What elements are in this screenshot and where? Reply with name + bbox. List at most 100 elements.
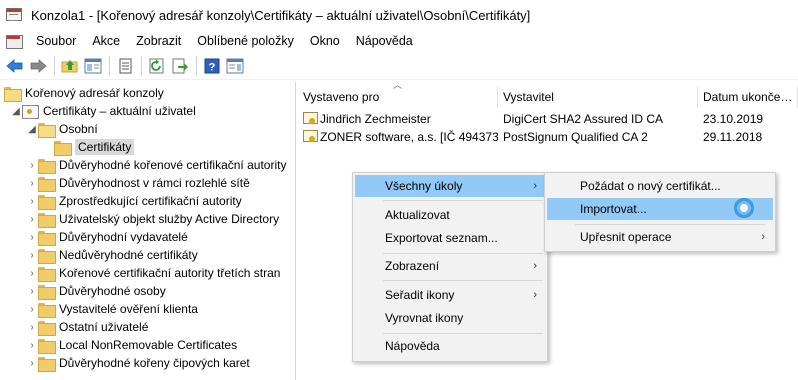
submenu-arrow-icon: › (533, 180, 537, 192)
tree-item-folder[interactable]: › Zprostředkující certifikační autority (26, 192, 242, 210)
cell-text: Jindřich Zechmeister (320, 112, 431, 126)
tree-label: Důvěryhodné kořeny čipových karet (59, 356, 250, 370)
show-hide-tree-button[interactable] (82, 55, 104, 77)
toolbar-separator (141, 55, 142, 76)
show-hide-action-pane-icon (226, 58, 244, 73)
menu-favorites[interactable]: Oblíbené položky (189, 30, 302, 52)
tree-item-personal-certificates[interactable]: Certifikáty (54, 138, 135, 156)
mmc-app-icon[interactable] (6, 7, 22, 23)
tree-label: Vystavitelé ověření klienta (59, 302, 198, 316)
tree-item-folder[interactable]: › Local NonRemovable Certificates (26, 336, 237, 354)
refresh-icon (149, 58, 164, 73)
cell-expiration: 23.10.2019 (703, 112, 764, 126)
menu-view[interactable]: Zobrazit (128, 30, 189, 52)
tree-item-personal[interactable]: ◢ Osobní (26, 120, 98, 138)
expand-icon[interactable]: › (26, 318, 38, 336)
menu-item-view[interactable]: Zobrazení › (355, 255, 545, 277)
forward-button[interactable] (27, 55, 49, 77)
table-row[interactable]: ZONER software, a.s. [IČ 494373… PostSig… (298, 128, 798, 146)
toolbar-separator (54, 55, 55, 76)
back-button[interactable] (4, 55, 26, 77)
show-hide-action-pane-button[interactable] (224, 55, 246, 77)
menu-separator (575, 224, 765, 225)
tree-label: Důvěryhodné osoby (59, 284, 166, 298)
folder-icon (38, 212, 56, 228)
tree-item-folder[interactable]: › Důvěryhodnost v rámci rozlehlé sítě (26, 174, 250, 192)
menu-item-label: Upřesnit operace (580, 230, 672, 244)
tree-label: Důvěryhodné kořenové certifikační autori… (59, 158, 287, 172)
folder-icon (38, 266, 56, 282)
menu-item-help[interactable]: Nápověda (355, 335, 545, 357)
tree-label: Certifikáty – aktuální uživatel (43, 104, 196, 118)
menu-item-advanced-operations[interactable]: Upřesnit operace › (547, 226, 773, 248)
up-one-level-button[interactable] (59, 55, 81, 77)
folder-icon (38, 356, 56, 372)
folder-open-icon (38, 122, 56, 138)
tree-label: Kořenový adresář konzoly (25, 86, 164, 100)
tree-item-folder[interactable]: › Kořenové certifikační autority třetích … (26, 264, 280, 282)
tree-item-folder[interactable]: › Důvěryhodné osoby (26, 282, 166, 300)
menu-item-export-list[interactable]: Exportovat seznam... (355, 227, 545, 249)
certificate-icon (303, 112, 318, 125)
folder-icon (38, 284, 56, 300)
tree-item-console-root[interactable]: Kořenový adresář konzoly (4, 84, 164, 102)
console-menu-icon[interactable] (6, 34, 23, 49)
export-list-button[interactable] (169, 55, 191, 77)
menu-file[interactable]: Soubor (28, 30, 84, 52)
expand-icon[interactable]: › (26, 210, 38, 228)
tree-item-folder[interactable]: › Důvěryhodné kořeny čipových karet (26, 354, 250, 372)
menu-item-request-new-certificate[interactable]: Požádat o nový certifikát... (547, 175, 773, 197)
tree-item-folder[interactable]: › Nedůvěryhodné certifikáty (26, 246, 198, 264)
expand-icon[interactable]: › (26, 246, 38, 264)
tree-item-folder[interactable]: › Důvěryhodní vydavatelé (26, 228, 188, 246)
tree-label: Kořenové certifikační autority třetích s… (59, 266, 281, 280)
cell-issued-to: Jindřich Zechmeister (298, 110, 498, 128)
back-arrow-icon (6, 58, 23, 73)
up-folder-icon (61, 59, 78, 72)
menu-item-all-tasks[interactable]: Všechny úkoly › (355, 175, 545, 197)
cell-text: ZONER software, a.s. [IČ 494373… (320, 130, 498, 144)
list-header: ︿ Vystaveno pro Vystavitel Datum ukonče… (298, 80, 798, 108)
folder-icon (54, 140, 72, 156)
expand-icon[interactable]: › (26, 354, 38, 372)
click-indicator-icon (734, 198, 754, 218)
expand-icon[interactable]: › (26, 192, 38, 210)
tree-item-folder[interactable]: › Uživatelský objekt služby Active Direct… (26, 210, 279, 228)
tree-item-folder[interactable]: › Ostatní uživatelé (26, 318, 148, 336)
tree-label: Důvěryhodnost v rámci rozlehlé sítě (59, 176, 250, 190)
submenu-arrow-icon: › (761, 231, 765, 243)
tree-label-selected: Certifikáty (75, 139, 135, 155)
folder-icon (38, 338, 56, 354)
help-button[interactable]: ? (201, 55, 223, 77)
column-header-issuer[interactable]: Vystavitel (498, 86, 698, 108)
menu-window[interactable]: Okno (302, 30, 348, 52)
refresh-button[interactable] (146, 55, 168, 77)
menu-item-line-up-icons[interactable]: Vyrovnat ikony (355, 307, 545, 329)
collapse-icon[interactable]: ◢ (10, 102, 22, 120)
table-row[interactable]: Jindřich Zechmeister DigiCert SHA2 Assur… (298, 110, 798, 128)
expand-icon[interactable]: › (26, 174, 38, 192)
expand-icon[interactable]: › (26, 300, 38, 318)
tree-item-certificates-current-user[interactable]: ◢ Certifikáty – aktuální uživatel (10, 102, 196, 120)
expand-icon[interactable]: › (26, 264, 38, 282)
title-bar: Konzola1 - [Kořenový adresář konzoly\Cer… (0, 0, 798, 30)
expand-icon[interactable]: › (26, 228, 38, 246)
tree-label: Osobní (59, 122, 98, 136)
menu-item-arrange-icons[interactable]: Seřadit ikony › (355, 284, 545, 306)
context-menu: Všechny úkoly › Aktualizovat Exportovat … (352, 172, 548, 362)
expand-icon[interactable]: › (26, 156, 38, 174)
expand-icon[interactable]: › (26, 282, 38, 300)
column-header-expiration[interactable]: Datum ukonče… (698, 86, 798, 108)
menu-help[interactable]: Nápověda (348, 30, 421, 52)
tree-item-folder[interactable]: › Důvěryhodné kořenové certifikační autor… (26, 156, 286, 174)
column-header-issued-to[interactable]: Vystaveno pro (298, 86, 498, 108)
tree-label: Nedůvěryhodné certifikáty (59, 248, 198, 262)
tree-item-folder[interactable]: › Vystavitelé ověření klienta (26, 300, 198, 318)
properties-button[interactable] (114, 55, 136, 77)
menu-item-refresh[interactable]: Aktualizovat (355, 204, 545, 226)
folder-icon (38, 320, 56, 336)
collapse-icon[interactable]: ◢ (26, 120, 38, 138)
menu-action[interactable]: Akce (84, 30, 128, 52)
expand-icon[interactable]: › (26, 336, 38, 354)
folder-icon (4, 86, 22, 102)
